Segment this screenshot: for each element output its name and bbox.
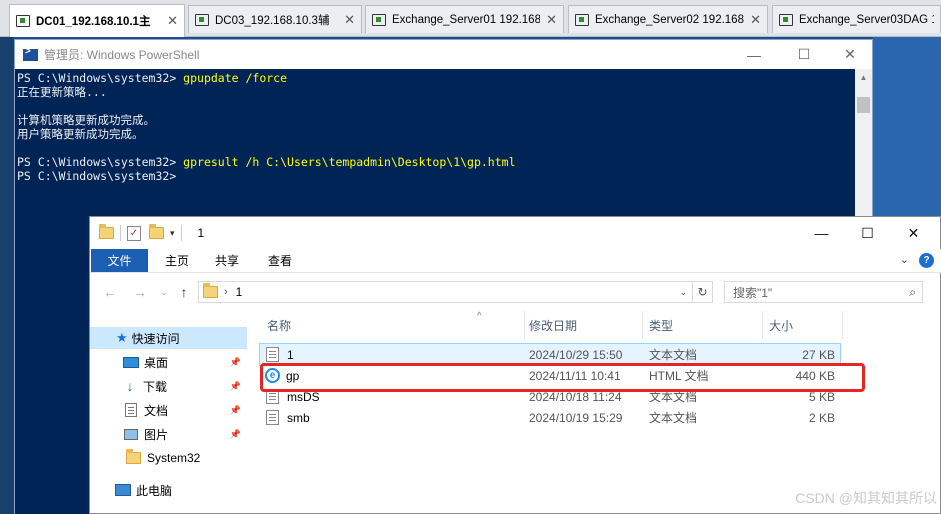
back-icon[interactable]: ← [100,283,120,301]
navigation-bar: ← → ⌄ ↑ › 1 ⌄ ↻ 搜索"1" ⌕ [90,273,941,311]
vm-icon [195,13,209,26]
folder-icon [203,283,218,298]
maximize-button[interactable]: ☐ [849,217,886,249]
powershell-title: 管理员: Windows PowerShell [44,48,200,62]
powershell-icon [23,46,38,61]
nav-system32[interactable]: System32 [90,447,247,469]
search-input[interactable]: 搜索"1" ⌕ [724,281,923,303]
watermark: CSDN @知其知其所以 [795,490,937,506]
file-row[interactable]: e gp 2024/11/11 10:41 HTML 文档 440 KB [260,365,840,386]
properties-icon[interactable]: ✓ [127,225,141,241]
address-bar[interactable]: › 1 ⌄ [198,281,693,303]
file-row[interactable]: msDS 2024/10/18 11:24 文本文档 5 KB [260,386,840,407]
nav-downloads[interactable]: ↓ 下载 📌 [90,375,247,397]
forward-icon[interactable]: → [130,283,150,301]
close-icon[interactable]: ✕ [344,12,355,28]
tab-exchange-server01[interactable]: Exchange_Server01 192.168.... ✕ [365,5,564,33]
tab-home[interactable]: 主页 [157,249,197,272]
text-file-icon [266,389,279,404]
nav-desktop[interactable]: 桌面 📌 [90,351,247,373]
vm-icon [372,13,386,26]
tab-file[interactable]: 文件 [91,249,148,272]
pin-icon: 📌 [229,356,241,367]
ribbon-tabs: 文件 主页 共享 查看 ⌄ ? [90,249,941,273]
console-line: 计算机策略更新成功完成。 [17,113,155,127]
folder-icon [99,224,114,239]
desktop-background-left [0,37,14,514]
nav-documents[interactable]: 文档 📌 [90,399,247,421]
recent-locations-icon[interactable]: ⌄ [154,283,174,301]
scroll-thumb[interactable] [857,97,870,113]
close-button[interactable]: ✕ [895,217,932,249]
vm-icon [779,13,793,26]
nav-quick-access[interactable]: ★ 快速访问 [90,327,247,349]
tab-share[interactable]: 共享 [207,249,247,272]
scroll-up-icon[interactable]: ▲ [855,69,872,86]
pin-icon: 📌 [229,380,241,391]
tab-exchange-server02[interactable]: Exchange_Server02 192.168.... ✕ [568,5,768,33]
tab-view[interactable]: 查看 [260,249,300,272]
minimize-button[interactable]: — [803,217,840,249]
file-row[interactable]: 1 2024/10/29 15:50 文本文档 27 KB [259,343,841,366]
text-file-icon [266,347,279,362]
file-explorer-window: ✓ ▾ 1 — ☐ ✕ 文件 主页 共享 查看 ⌄ ? ← → ⌄ ↑ › 1 … [89,216,941,514]
vm-icon [16,15,30,27]
explorer-title: 1 [197,226,205,240]
nav-this-pc[interactable]: 此电脑 [90,479,247,501]
column-name[interactable]: 名称 [261,311,525,339]
file-list: ^ 名称 修改日期 类型 大小 1 2024/10/29 15:50 文本文档 … [256,311,941,514]
pin-icon: 📌 [229,404,241,415]
column-date-modified[interactable]: 修改日期 [523,311,643,339]
tab-exchange-server03dag[interactable]: Exchange_Server03DAG 192... [772,5,941,33]
this-pc-icon [115,484,131,496]
chevron-right-icon[interactable]: › [224,286,228,298]
folder-icon [126,449,141,464]
refresh-icon[interactable]: ↻ [693,281,713,303]
console-line: PS C:\Windows\system32> gpupdate /force [17,71,288,85]
navigation-pane: ★ 快速访问 桌面 📌 ↓ 下载 📌 文档 📌 图片 📌 System32 此电… [90,311,248,514]
address-segment[interactable]: 1 [236,285,243,299]
download-icon: ↓ [126,378,134,394]
up-icon[interactable]: ↑ [174,283,194,301]
nav-pictures[interactable]: 图片 📌 [90,423,247,445]
close-icon[interactable]: ✕ [167,13,178,29]
console-line: PS C:\Windows\system32> [17,169,184,183]
documents-icon [125,403,137,417]
chevron-down-icon[interactable]: ⌄ [675,282,692,302]
search-icon: ⌕ [909,285,916,299]
vm-icon [575,13,589,26]
console-line: 用户策略更新成功完成。 [17,127,144,141]
console-line: 正在更新策略... [17,85,107,99]
close-button[interactable]: ✕ [827,40,873,69]
desktop-icon [123,356,139,368]
text-file-icon [266,410,279,425]
file-row[interactable]: smb 2024/10/19 15:29 文本文档 2 KB [260,407,840,428]
pictures-icon [124,428,138,440]
edge-html-icon: e [265,368,280,383]
help-icon[interactable]: ? [919,253,934,268]
tab-dc01[interactable]: DC01_192.168.10.1主 ✕ [9,4,185,37]
vm-tab-bar: DC01_192.168.10.1主 ✕ DC03_192.168.10.3辅 … [0,0,941,37]
tab-dc03[interactable]: DC03_192.168.10.3辅 ✕ [188,5,362,33]
minimize-button[interactable]: — [731,40,777,69]
close-icon[interactable]: ✕ [546,12,557,28]
customize-quick-access-icon[interactable]: ▾ [170,228,175,239]
star-icon: ★ [116,330,128,345]
maximize-button[interactable]: ☐ [781,40,827,69]
close-icon[interactable]: ✕ [750,12,761,28]
column-type[interactable]: 类型 [643,311,763,339]
column-size[interactable]: 大小 [763,311,843,339]
console-line: PS C:\Windows\system32> gpresult /h C:\U… [17,155,516,169]
expand-ribbon-icon[interactable]: ⌄ [900,253,909,268]
pin-icon: 📌 [229,428,241,439]
new-folder-icon[interactable] [149,224,164,239]
